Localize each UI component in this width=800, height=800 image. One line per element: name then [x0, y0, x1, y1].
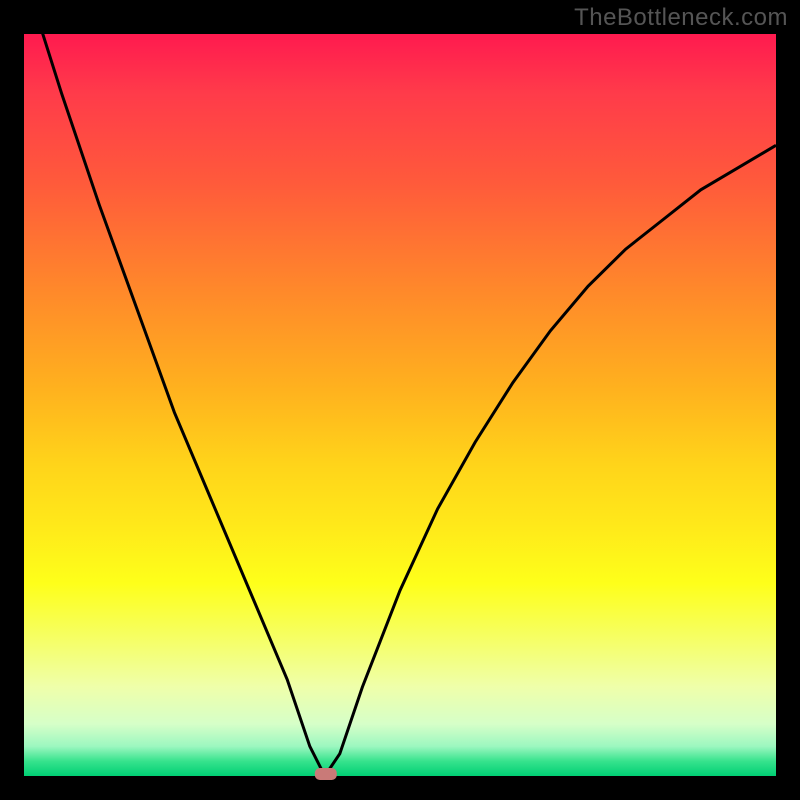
minimum-marker — [315, 768, 337, 780]
attribution-text: TheBottleneck.com — [574, 4, 788, 32]
curve-right — [325, 145, 776, 776]
chart-container: TheBottleneck.com — [0, 0, 800, 800]
curve-layer — [24, 34, 776, 776]
plot-area — [24, 34, 776, 776]
curve-left — [24, 0, 325, 776]
